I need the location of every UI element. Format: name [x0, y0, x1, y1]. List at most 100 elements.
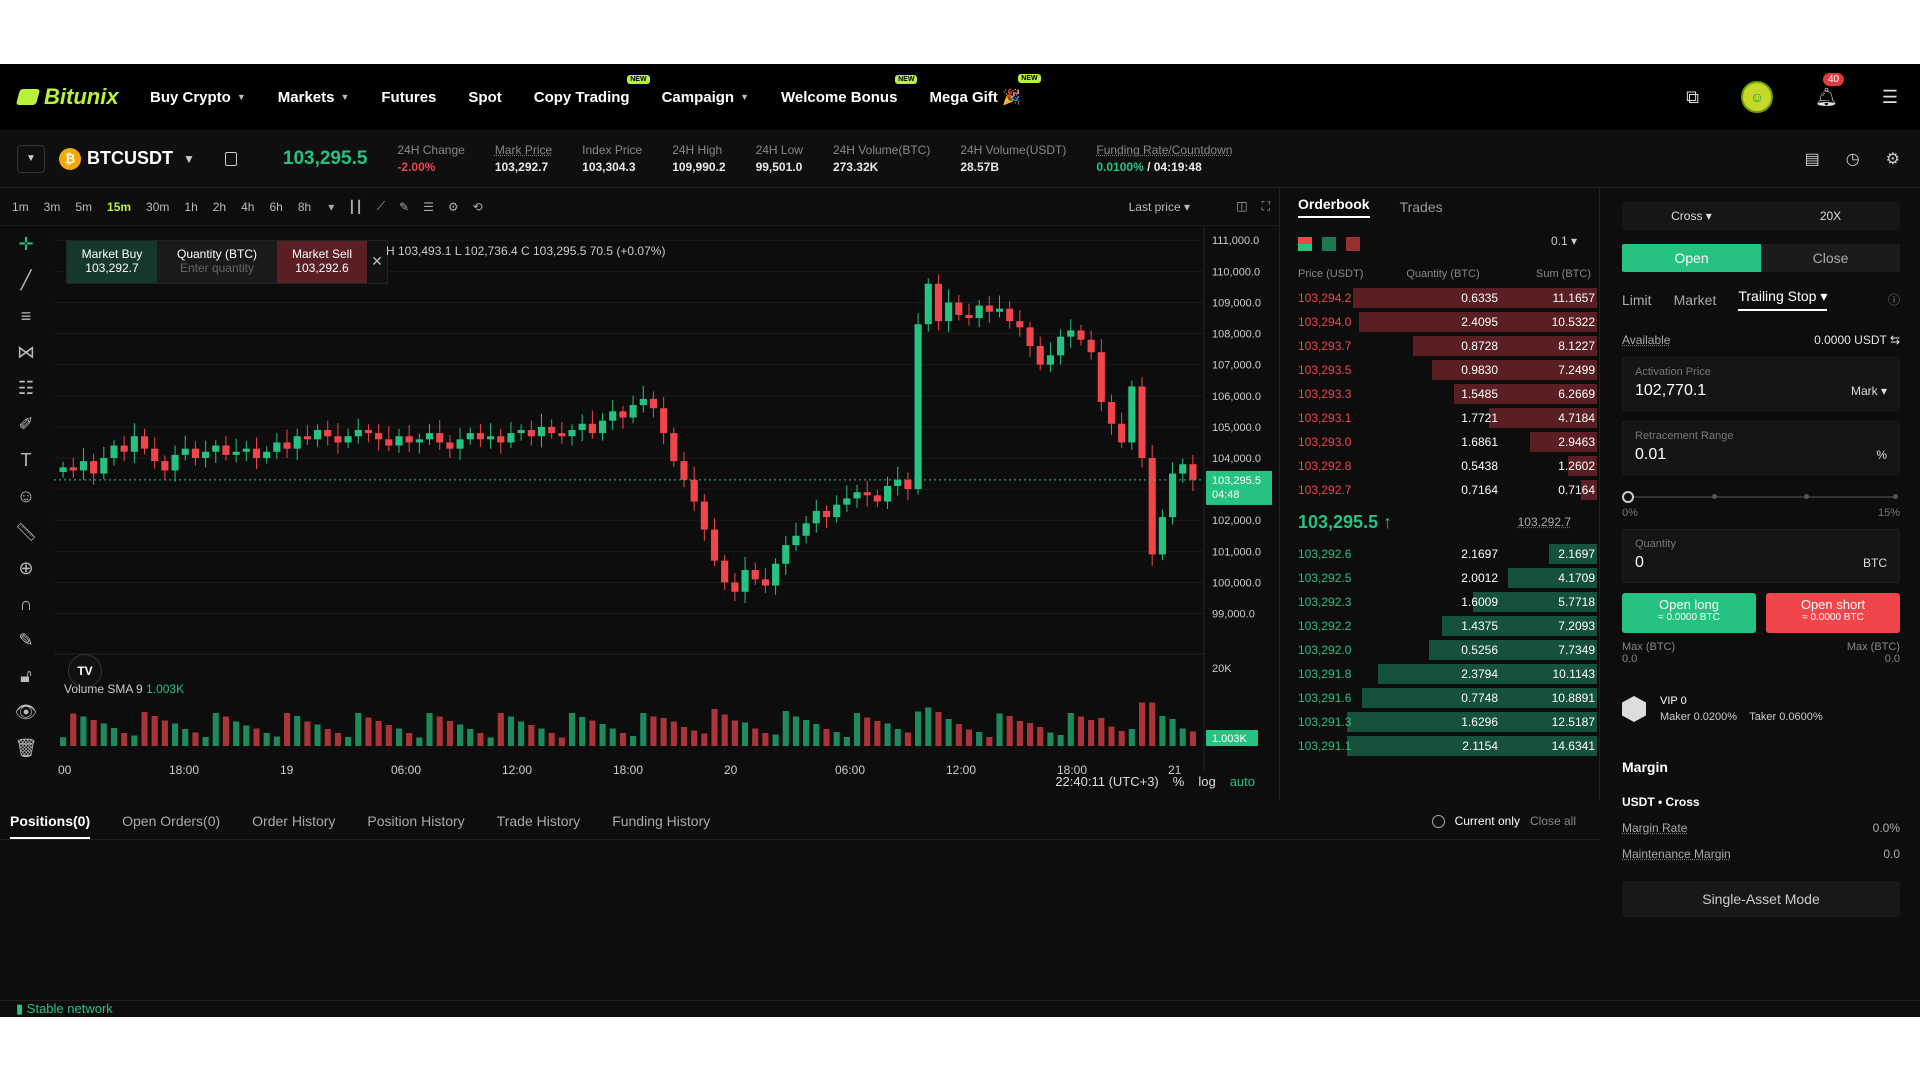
nav-item-buy-crypto[interactable]: Buy Crypto ▼ [150, 89, 246, 106]
nav-item-spot[interactable]: Spot [468, 89, 501, 106]
bids-row[interactable]: 103,292.5 2.0012 4.1709 [1282, 566, 1599, 590]
open-long-button[interactable]: Open long ≈ 0.0000 BTC [1622, 593, 1756, 633]
tab-trades[interactable]: Trades [1400, 199, 1443, 215]
tab-trailing-stop[interactable]: Trailing Stop ▾ [1738, 288, 1828, 311]
timeframe-1m[interactable]: 1m [12, 200, 29, 214]
asks-row[interactable]: 103,293.1 1.7721 4.7184 [1282, 406, 1599, 430]
open-tab[interactable]: Open [1622, 244, 1761, 272]
quantity-field[interactable]: Quantity 0 BTC [1622, 529, 1900, 583]
chevron-down-icon[interactable]: ▼ [183, 152, 195, 166]
tab-trade-history[interactable]: Trade History [497, 813, 581, 829]
chart-settings-icon[interactable]: ⚙ [448, 200, 459, 214]
tab-open-orders[interactable]: Open Orders(0) [122, 813, 220, 829]
retracement-field[interactable]: Retracement Range 0.01 % [1622, 421, 1900, 475]
menu-icon[interactable]: ☰ [1882, 87, 1898, 108]
bids-row[interactable]: 103,292.3 1.6009 5.7718 [1282, 590, 1599, 614]
logo[interactable]: Bitunix [15, 84, 138, 110]
tab-limit[interactable]: Limit [1622, 292, 1652, 308]
more-timeframes-icon[interactable]: ▾ [328, 200, 334, 214]
open-short-button[interactable]: Open short ≈ 0.0000 BTC [1766, 593, 1900, 633]
timeframe-30m[interactable]: 30m [146, 200, 169, 214]
collapse-toggle[interactable]: ▼ [17, 144, 45, 173]
asks-row[interactable]: 103,293.5 0.9830 7.2499 [1282, 358, 1599, 382]
bids-row[interactable]: 103,291.6 0.7748 10.8891 [1282, 686, 1599, 710]
magnet-icon[interactable]: ∩ [20, 586, 33, 622]
price-source-select[interactable]: Last price ▾ [1129, 200, 1190, 214]
bids-row[interactable]: 103,292.2 1.4375 7.2093 [1282, 614, 1599, 638]
percent-toggle[interactable]: % [1173, 774, 1185, 789]
zoom-icon[interactable]: ⊕ [18, 550, 33, 586]
pattern-icon[interactable]: ⋈ [17, 334, 35, 370]
market-buy-button[interactable]: Market Buy 103,292.7 [67, 241, 157, 283]
emoji-icon[interactable]: ☺ [17, 478, 35, 514]
fib-icon[interactable]: ☷ [18, 370, 34, 406]
precision-select[interactable]: 0.1 ▾ [1551, 234, 1577, 248]
bids-row[interactable]: 103,291.1 2.1154 14.6341 [1282, 734, 1599, 758]
asks-row[interactable]: 103,294.2 0.6335 11.1657 [1282, 286, 1599, 310]
bids-row[interactable]: 103,292.6 2.1697 2.1697 [1282, 542, 1599, 566]
info-icon[interactable]: ⓘ [1888, 291, 1900, 308]
view-both-icon[interactable] [1298, 237, 1312, 251]
price-chart[interactable]: 111,000.0 110,000.0 109,000.0 108,000.0 107,… [54, 226, 1280, 800]
view-asks-icon[interactable] [1346, 237, 1360, 251]
leverage-select[interactable]: 20X [1761, 209, 1900, 223]
text-icon[interactable]: T [21, 442, 32, 478]
asks-row[interactable]: 103,293.0 1.6861 2.9463 [1282, 430, 1599, 454]
market-sell-button[interactable]: Market Sell 103,292.6 [277, 241, 367, 283]
asks-row[interactable]: 103,293.3 1.5485 6.2669 [1282, 382, 1599, 406]
close-all-button[interactable]: Close all [1530, 814, 1576, 828]
symbol-name[interactable]: BTCUSDT [87, 148, 173, 169]
current-only-radio[interactable] [1431, 814, 1445, 828]
asks-row[interactable]: 103,293.7 0.8728 8.1227 [1282, 334, 1599, 358]
brush-icon[interactable]: ✐ [18, 406, 33, 442]
funding-label[interactable]: Funding Rate/Countdown [1096, 143, 1232, 157]
activation-price-field[interactable]: Activation Price 102,770.1 Mark ▾ [1622, 357, 1900, 411]
timeframe-6h[interactable]: 6h [269, 200, 282, 214]
trendline-icon[interactable]: ╱ [21, 262, 32, 298]
clipboard-icon[interactable]: ▤ [1805, 149, 1820, 169]
list-icon[interactable]: ☰ [423, 200, 434, 214]
close-icon[interactable]: ✕ [367, 241, 387, 283]
replay-icon[interactable]: ⟲ [473, 200, 483, 214]
tab-order-history[interactable]: Order History [252, 813, 335, 829]
document-icon[interactable] [224, 151, 237, 166]
nav-item-campaign[interactable]: Campaign ▼ [662, 89, 749, 106]
single-asset-mode-button[interactable]: Single-Asset Mode [1622, 881, 1900, 917]
asks-row[interactable]: 103,292.7 0.7164 0.7164 [1282, 478, 1599, 502]
crosshair-icon[interactable]: ✛ [18, 226, 33, 262]
drawing-icon[interactable]: ✎ [399, 200, 409, 214]
tab-funding-history[interactable]: Funding History [612, 813, 710, 829]
fullscreen-icon[interactable]: ⛶ [1262, 199, 1270, 214]
timeframe-5m[interactable]: 5m [75, 200, 92, 214]
bids-row[interactable]: 103,292.0 0.5256 7.7349 [1282, 638, 1599, 662]
tab-orderbook[interactable]: Orderbook [1298, 196, 1370, 218]
timeframe-4h[interactable]: 4h [241, 200, 254, 214]
quantity-input[interactable]: Quantity (BTC) Enter quantity [157, 241, 277, 283]
gear-icon[interactable]: ⚙ [1886, 149, 1900, 169]
nav-item-futures[interactable]: Futures [381, 89, 436, 106]
retracement-slider[interactable]: 0% 15% [1622, 489, 1900, 519]
timer-icon[interactable]: ◷ [1846, 149, 1860, 169]
bell-icon[interactable]: 🔔︎ 40 [1815, 72, 1845, 108]
nav-item-mega-gift[interactable]: Mega Gift 🎉 NEW [929, 74, 1041, 106]
tab-position-history[interactable]: Position History [367, 813, 464, 829]
view-bids-icon[interactable] [1322, 237, 1336, 251]
indicators-icon[interactable]: ⟋ [377, 199, 385, 214]
layout-icon[interactable]: ◫ [1236, 199, 1247, 214]
timeframe-1h[interactable]: 1h [184, 200, 197, 214]
avatar[interactable]: ☺ [1741, 81, 1773, 113]
margin-mode-select[interactable]: Cross ▾ [1622, 209, 1761, 223]
asks-row[interactable]: 103,294.0 2.4095 10.5322 [1282, 310, 1599, 334]
wallet-icon[interactable]: ⧉ [1686, 87, 1699, 108]
timeframe-2h[interactable]: 2h [213, 200, 226, 214]
log-toggle[interactable]: log [1198, 774, 1215, 789]
nav-item-copy-trading[interactable]: Copy Trading NEW [534, 74, 650, 106]
eye-icon[interactable]: 👁︎ [15, 694, 38, 730]
hlines-icon[interactable]: ≡ [21, 298, 32, 334]
candle-type-icon[interactable]: ┃┃ [348, 200, 362, 214]
timeframe-15m[interactable]: 15m [107, 200, 131, 214]
timeframe-3m[interactable]: 3m [44, 200, 61, 214]
slider-handle[interactable] [1622, 491, 1634, 503]
asks-row[interactable]: 103,292.8 0.5438 1.2602 [1282, 454, 1599, 478]
bids-row[interactable]: 103,291.3 1.6296 12.5187 [1282, 710, 1599, 734]
